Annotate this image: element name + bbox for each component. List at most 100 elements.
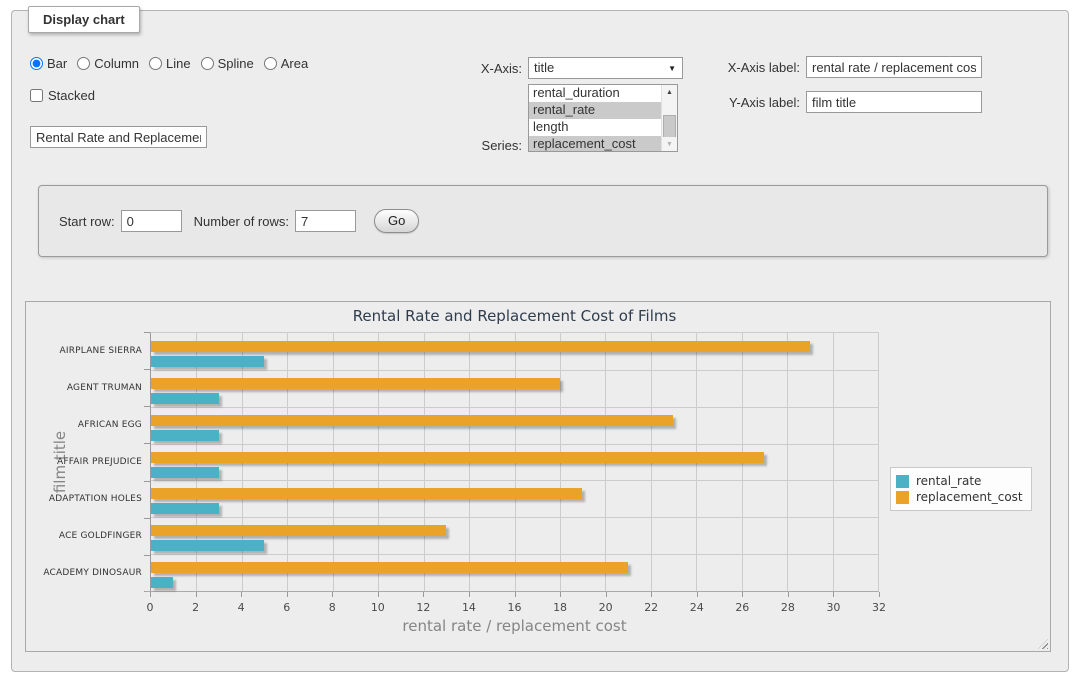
start-row-label: Start row: [59,214,115,229]
x-axis-tick [241,592,242,597]
category-band-1 [151,333,878,370]
series-option-length[interactable]: length [529,119,661,136]
x-axis-tick-label: 14 [462,601,476,614]
bar-rental_rate [151,430,219,441]
series-option-replacement_cost[interactable]: replacement_cost [529,136,661,152]
chart-type-radio-area[interactable] [264,57,277,70]
x-axis-select-value: title [534,60,554,75]
x-axis-tick [606,592,607,597]
chart-plot-area [150,332,879,592]
category-band-3 [151,407,878,444]
x-axis-label-input[interactable] [806,56,982,78]
chart-type-option-line[interactable]: Line [149,56,191,71]
x-axis-tick-label: 12 [416,601,430,614]
legend-entry-rental_rate: rental_rate [896,474,1023,488]
x-axis-tick-label: 0 [147,601,154,614]
chart-type-option-column[interactable]: Column [77,56,139,71]
category-band-4 [151,444,878,481]
x-axis-tick [332,592,333,597]
chart-title: Rental Rate and Replacement Cost of Film… [150,307,879,325]
x-axis-tick [788,592,789,597]
chart-type-radio-line[interactable] [149,57,162,70]
x-axis-tick [742,592,743,597]
chart-type-radio-group: Bar Column Line Spline Area [30,56,308,71]
chart-x-axis-title: rental rate / replacement cost [150,617,879,635]
x-axis-tick [423,592,424,597]
go-button[interactable]: Go [374,209,419,233]
x-axis-tick [287,592,288,597]
x-axis-tick-label: 6 [283,601,290,614]
chart-title-input[interactable] [30,126,207,148]
x-axis-tick [697,592,698,597]
x-axis-tick-label: 26 [735,601,749,614]
x-axis-tick [196,592,197,597]
x-axis-tick-label: 30 [826,601,840,614]
row-range-panel: Start row: Number of rows: Go [38,185,1048,257]
x-axis-tick-label: 2 [192,601,199,614]
scrollbar-thumb[interactable] [663,115,676,138]
series-list-label: Series: [372,138,522,153]
category-label: ACADEMY DINOSAUR [26,555,142,592]
x-axis-tick-label: 24 [690,601,704,614]
display-chart-fieldset: Display chart BarColumnLineSplineArea St… [11,10,1069,672]
category-label: AIRPLANE SIERRA [26,332,142,369]
legend-swatch-icon [896,475,909,488]
chart-type-radio-label: Line [166,56,191,71]
x-axis-tick-label: 16 [508,601,522,614]
start-row-input[interactable] [121,210,182,232]
chart-type-option-spline[interactable]: Spline [201,56,254,71]
x-axis-tick [469,592,470,597]
x-axis-tick-label: 22 [644,601,658,614]
bar-replacement_cost [151,378,560,389]
chart-type-radio-label: Column [94,56,139,71]
x-axis-tick [560,592,561,597]
chart-type-radio-column[interactable] [77,57,90,70]
bar-replacement_cost [151,525,446,536]
y-axis-label-input[interactable] [806,91,982,113]
page: Display chart BarColumnLineSplineArea St… [0,0,1081,681]
bar-replacement_cost [151,341,810,352]
stacked-option[interactable]: Stacked [30,88,95,103]
x-axis-tick-label: 4 [238,601,245,614]
chart-type-radio-label: Area [281,56,308,71]
category-label: AFRICAN EGG [26,406,142,443]
x-axis-tick [833,592,834,597]
category-label: AGENT TRUMAN [26,369,142,406]
x-axis-tick-label: 8 [329,601,336,614]
chart-type-radio-label: Bar [47,56,67,71]
legend-entry-replacement_cost: replacement_cost [896,490,1023,504]
bar-rental_rate [151,393,219,404]
chart-type-option-bar[interactable]: Bar [30,56,67,71]
x-axis-label-label: X-Axis label: [612,60,800,75]
scroll-down-icon[interactable]: ▼ [662,137,677,151]
bar-rental_rate [151,356,264,367]
legend-label: rental_rate [916,474,981,488]
bar-rental_rate [151,540,264,551]
chart-legend: rental_rate replacement_cost [890,467,1032,511]
x-axis-tick [515,592,516,597]
bar-replacement_cost [151,562,628,573]
x-axis-tick-label: 32 [872,601,886,614]
category-label: ACE GOLDFINGER [26,518,142,555]
chart-type-radio-label: Spline [218,56,254,71]
category-band-6 [151,517,878,554]
bar-rental_rate [151,467,219,478]
chart-category-labels: AIRPLANE SIERRAAGENT TRUMANAFRICAN EGGAF… [26,332,142,592]
resize-grip-icon[interactable] [1038,639,1048,649]
stacked-checkbox[interactable] [30,89,43,102]
x-axis-tick-label: 10 [371,601,385,614]
category-label: ADAPTATION HOLES [26,481,142,518]
x-axis-tick-label: 28 [781,601,795,614]
category-label: AFFAIR PREJUDICE [26,443,142,480]
chart-type-radio-spline[interactable] [201,57,214,70]
x-axis-select-label: X-Axis: [372,61,522,76]
bar-replacement_cost [151,488,582,499]
number-of-rows-input[interactable] [295,210,356,232]
legend-swatch-icon [896,491,909,504]
x-axis-tick-label: 20 [599,601,613,614]
chart-type-option-area[interactable]: Area [264,56,308,71]
x-axis-tick [651,592,652,597]
chart-type-radio-bar[interactable] [30,57,43,70]
stacked-label: Stacked [48,88,95,103]
chart-widget: Rental Rate and Replacement Cost of Film… [25,301,1051,652]
